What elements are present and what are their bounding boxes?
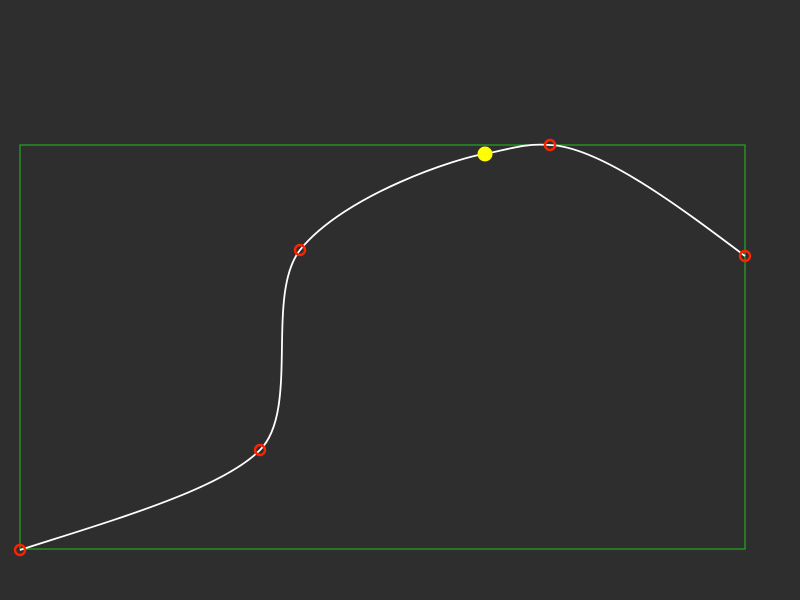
cursor-point[interactable]	[477, 146, 493, 162]
curve-canvas[interactable]	[0, 0, 800, 600]
canvas-background	[0, 0, 800, 600]
